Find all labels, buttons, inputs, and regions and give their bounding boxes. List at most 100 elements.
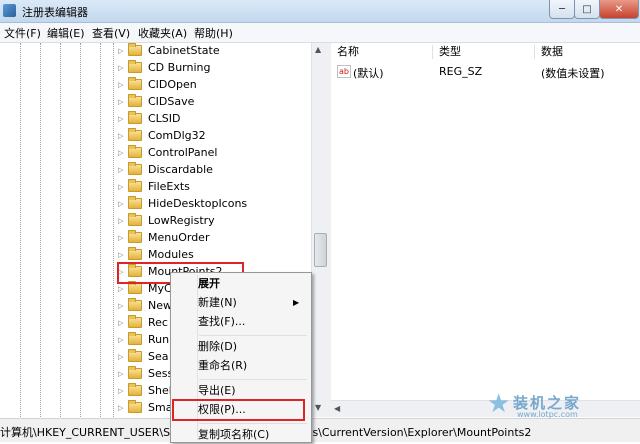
expand-arrow-icon[interactable]: ▷ — [118, 132, 126, 140]
expand-arrow-icon[interactable]: ▷ — [118, 302, 126, 310]
tree-item-new[interactable]: ▷ New — [118, 297, 172, 314]
expand-arrow-icon[interactable]: ▷ — [118, 64, 126, 72]
expand-arrow-icon[interactable]: ▷ — [118, 336, 126, 344]
permissions-highlight — [172, 399, 305, 421]
tree-item-menuorder[interactable]: ▷ MenuOrder — [118, 229, 209, 246]
value-row-default[interactable]: ab (默认) REG_SZ (数值未设置) — [331, 63, 640, 81]
expand-arrow-icon[interactable]: ▷ — [118, 217, 126, 225]
menu-item-copy-key-name[interactable]: 复制项名称(C) — [198, 426, 269, 444]
expand-arrow-icon[interactable]: ▷ — [118, 353, 126, 361]
expand-arrow-icon[interactable]: ▷ — [118, 115, 126, 123]
folder-icon — [128, 281, 142, 294]
tree-item-label: Shel — [148, 384, 172, 397]
value-type: REG_SZ — [439, 65, 483, 78]
expand-arrow-icon[interactable]: ▷ — [118, 149, 126, 157]
menu-item-expand[interactable]: 展开 — [198, 275, 220, 293]
expand-arrow-icon[interactable]: ▷ — [118, 387, 126, 395]
tree-item-sea[interactable]: ▷ Sea — [118, 348, 169, 365]
value-name: (默认) — [353, 67, 384, 80]
column-header-type[interactable]: 类型 — [439, 43, 461, 61]
tree-item-label: HideDesktopIcons — [148, 197, 248, 210]
tree-guide-line — [80, 43, 81, 417]
tree-item-label: Sea — [148, 350, 169, 363]
tree-item-clsid[interactable]: ▷ CLSID — [118, 110, 181, 127]
tree-item-cidopen[interactable]: ▷ CIDOpen — [118, 76, 197, 93]
expand-arrow-icon[interactable]: ▷ — [118, 98, 126, 106]
menu-item-export[interactable]: 导出(E) — [198, 382, 236, 400]
folder-icon — [128, 196, 142, 209]
tree-item-cabinetstate[interactable]: ▷ CabinetState — [118, 43, 220, 59]
tree-item-label: CabinetState — [148, 44, 220, 57]
menu-edit[interactable]: 编辑(E) — [47, 25, 85, 41]
scrollbar-thumb[interactable] — [314, 233, 327, 267]
menu-file[interactable]: 文件(F) — [4, 25, 41, 41]
column-header-data[interactable]: 数据 — [541, 43, 563, 61]
menu-item-rename[interactable]: 重命名(R) — [198, 357, 247, 375]
menu-separator — [199, 335, 307, 336]
expand-arrow-icon[interactable]: ▷ — [118, 370, 126, 378]
column-divider[interactable] — [432, 45, 433, 59]
status-bar: 计算机\HKEY_CURRENT_USER\Software\Microsoft… — [0, 418, 640, 442]
tree-item-label: FileExts — [148, 180, 190, 193]
tree-item-sma[interactable]: ▷ Sma — [118, 399, 172, 416]
folder-icon — [128, 128, 142, 141]
minimize-button[interactable]: ─ — [549, 0, 575, 19]
tree-item-shel[interactable]: ▷ Shel — [118, 382, 172, 399]
tree-item-cidsave[interactable]: ▷ CIDSave — [118, 93, 194, 110]
menu-separator — [199, 423, 307, 424]
tree-item-hidedesktopicons[interactable]: ▷ HideDesktopIcons — [118, 195, 247, 212]
menu-item-new[interactable]: 新建(N) — [198, 294, 237, 312]
tree-item-rec[interactable]: ▷ Rec — [118, 314, 168, 331]
folder-icon — [128, 315, 142, 328]
scroll-left-arrow-icon[interactable]: ◀ — [334, 404, 340, 413]
tree-item-discardable[interactable]: ▷ Discardable — [118, 161, 213, 178]
menu-help[interactable]: 帮助(H) — [194, 25, 233, 41]
menu-item-find[interactable]: 查找(F)... — [198, 313, 245, 331]
menu-view[interactable]: 查看(V) — [92, 25, 130, 41]
tree-item-fileexts[interactable]: ▷ FileExts — [118, 178, 190, 195]
tree-item-label: CIDSave — [148, 95, 195, 108]
tree-item-label: LowRegistry — [148, 214, 215, 227]
scroll-up-arrow-icon[interactable]: ▲ — [315, 45, 321, 54]
tree-item-cd-burning[interactable]: ▷ CD Burning — [118, 59, 210, 76]
menu-item-delete[interactable]: 删除(D) — [198, 338, 237, 356]
menu-favorites[interactable]: 收藏夹(A) — [138, 25, 187, 41]
folder-icon — [128, 77, 142, 90]
expand-arrow-icon[interactable]: ▷ — [118, 81, 126, 89]
values-pane[interactable]: 名称 类型 数据 ab (默认) REG_SZ (数值未设置) — [331, 43, 640, 417]
tree-item-comdlg32[interactable]: ▷ ComDlg32 — [118, 127, 206, 144]
expand-arrow-icon[interactable]: ▷ — [118, 251, 126, 259]
string-value-icon: ab — [337, 65, 351, 78]
close-button[interactable]: ✕ — [599, 0, 639, 19]
expand-arrow-icon[interactable]: ▷ — [118, 47, 126, 55]
tree-item-label: CD Burning — [148, 61, 211, 74]
tree-vertical-scrollbar[interactable]: ▲ ▼ — [311, 43, 328, 417]
expand-arrow-icon[interactable]: ▷ — [118, 166, 126, 174]
tree-item-label: New — [148, 299, 172, 312]
folder-icon — [128, 162, 142, 175]
tree-item-sess[interactable]: ▷ Sess — [118, 365, 173, 382]
folder-icon — [128, 349, 142, 362]
folder-icon — [128, 366, 142, 379]
expand-arrow-icon[interactable]: ▷ — [118, 404, 126, 412]
expand-arrow-icon[interactable]: ▷ — [118, 285, 126, 293]
maximize-button[interactable]: □ — [574, 0, 600, 19]
folder-icon — [128, 247, 142, 260]
watermark-url: www.lotpc.com — [517, 410, 578, 419]
tree-item-modules[interactable]: ▷ Modules — [118, 246, 194, 263]
expand-arrow-icon[interactable]: ▷ — [118, 200, 126, 208]
column-header-name[interactable]: 名称 — [337, 43, 359, 61]
expand-arrow-icon[interactable]: ▷ — [118, 234, 126, 242]
column-divider[interactable] — [534, 45, 535, 59]
star-logo-icon: ★ — [487, 389, 511, 419]
tree-item-run[interactable]: ▷ Run — [118, 331, 169, 348]
scroll-down-arrow-icon[interactable]: ▼ — [315, 403, 321, 412]
folder-icon — [128, 400, 142, 413]
expand-arrow-icon[interactable]: ▷ — [118, 319, 126, 327]
expand-arrow-icon[interactable]: ▷ — [118, 183, 126, 191]
tree-item-controlpanel[interactable]: ▷ ControlPanel — [118, 144, 217, 161]
folder-icon — [128, 145, 142, 158]
folder-icon — [128, 111, 142, 124]
tree-guide-line — [40, 43, 41, 417]
tree-item-lowregistry[interactable]: ▷ LowRegistry — [118, 212, 215, 229]
